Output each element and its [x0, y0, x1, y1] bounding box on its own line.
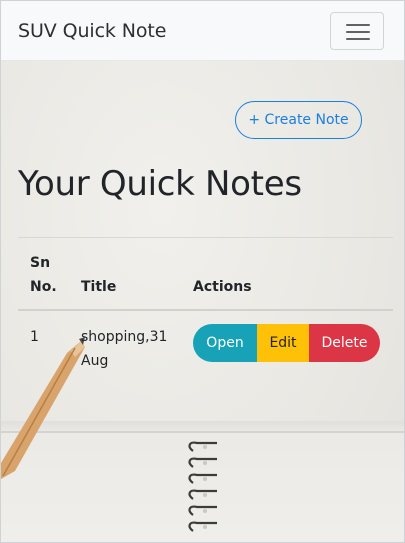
- create-note-button[interactable]: + Create Note: [235, 101, 362, 139]
- column-header-sn-line2: No.: [30, 279, 57, 295]
- top-navbar: SUV Quick Note: [1, 1, 404, 61]
- hamburger-menu-icon: [346, 24, 370, 26]
- delete-button[interactable]: Delete: [309, 324, 380, 362]
- column-header-sn-line1: Sn: [30, 255, 51, 271]
- navbar-toggle-button[interactable]: [330, 12, 384, 50]
- row-title-line2: Aug: [81, 353, 109, 369]
- table-top-border: [18, 237, 393, 238]
- row-sn: 1: [30, 329, 39, 345]
- spiral-binding-image: [188, 441, 217, 532]
- navbar-brand[interactable]: SUV Quick Note: [18, 20, 166, 42]
- row-title-line1: shopping,31: [81, 329, 168, 345]
- column-header-actions: Actions: [193, 279, 252, 295]
- hamburger-menu-icon-bar: [346, 31, 370, 33]
- edit-button[interactable]: Edit: [257, 324, 309, 362]
- open-button[interactable]: Open: [193, 324, 257, 362]
- table-header-border: [18, 309, 393, 311]
- column-header-title: Title: [81, 279, 117, 295]
- page-title: Your Quick Notes: [18, 164, 302, 204]
- app-frame: SUV Quick Note + Create Note Your Quick …: [0, 0, 405, 543]
- notebook-page-edge: [1, 431, 404, 433]
- hamburger-menu-icon-bar: [346, 38, 370, 40]
